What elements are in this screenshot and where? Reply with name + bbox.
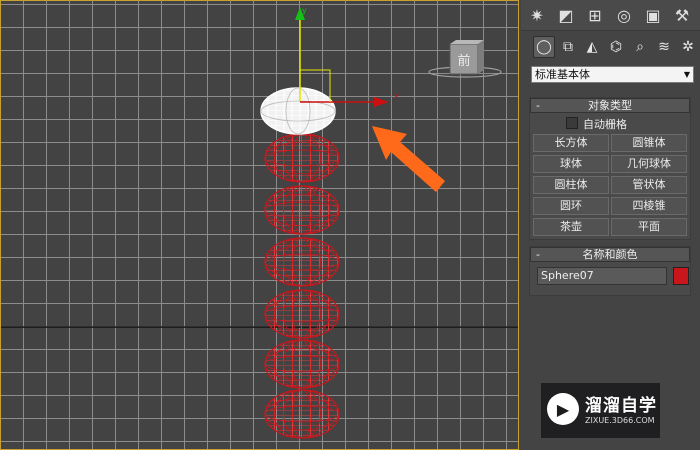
watermark: ▶ 溜溜自学 ZIXUE.3D66.COM [541,383,660,438]
systems-icon[interactable]: ✲ [677,36,699,58]
collapse-icon: - [536,248,540,261]
wire-sphere[interactable] [264,133,340,183]
create-icon[interactable]: ✷ [525,3,549,27]
wire-sphere[interactable] [264,289,340,339]
modify-icon[interactable]: ◩ [554,3,578,27]
watermark-url: ZIXUE.3D66.COM [585,416,655,425]
svg-text:y: y [302,6,307,15]
helpers-icon[interactable]: ⌕ [629,36,651,58]
geometry-icon[interactable]: ◯ [533,36,555,58]
wire-sphere[interactable] [264,185,340,235]
utilities-icon[interactable]: ⚒ [670,3,694,27]
object-name-field[interactable]: Sphere07 [537,267,667,285]
cameras-icon[interactable]: ⌬ [605,36,627,58]
spacewarps-icon[interactable]: ≋ [653,36,675,58]
pyramid-button[interactable]: 四棱锥 [611,197,687,215]
create-subcategory-row: ◯ ⧉ ◭ ⌬ ⌕ ≋ ✲ [521,34,700,60]
display-icon[interactable]: ▣ [641,3,665,27]
category-value: 标准基本体 [535,68,590,81]
wire-sphere[interactable] [264,237,340,287]
autogrid-label: 自动栅格 [583,118,627,131]
name-color-header[interactable]: - 名称和颜色 [530,247,690,262]
box-button[interactable]: 长方体 [533,134,609,152]
object-type-title: 对象类型 [588,99,632,112]
sphere-stack[interactable] [264,133,340,439]
object-type-header[interactable]: - 对象类型 [530,98,690,113]
watermark-title: 溜溜自学 [585,396,657,416]
teapot-button[interactable]: 茶壶 [533,218,609,236]
play-logo-icon: ▶ [547,393,579,425]
svg-text:x: x [394,91,399,100]
torus-button[interactable]: 圆环 [533,197,609,215]
perspective-viewport[interactable]: x y 前 [0,0,519,450]
wire-sphere[interactable] [264,389,340,439]
view-cube-label: 前 [457,53,470,69]
object-type-rollout: - 对象类型 自动栅格 长方体 圆锥体 球体 几何球体 圆柱体 管状体 圆环 四… [529,97,691,240]
wire-sphere[interactable] [264,339,340,389]
tube-button[interactable]: 管状体 [611,176,687,194]
view-cube[interactable]: 前 [428,40,502,78]
shapes-icon[interactable]: ⧉ [557,36,579,58]
hierarchy-icon[interactable]: ⊞ [583,3,607,27]
name-color-rollout: - 名称和颜色 Sphere07 [529,246,691,296]
cone-button[interactable]: 圆锥体 [611,134,687,152]
selected-sphere[interactable] [260,87,336,135]
autogrid-checkbox[interactable]: 自动栅格 [566,117,627,132]
plane-button[interactable]: 平面 [611,218,687,236]
collapse-icon: - [536,99,540,112]
category-dropdown[interactable]: 标准基本体 ▼ [531,66,694,83]
x-axis-arrow [374,97,389,107]
motion-icon[interactable]: ◎ [612,3,636,27]
command-panel-tabs: ✷ ◩ ⊞ ◎ ▣ ⚒ [521,0,700,31]
lights-icon[interactable]: ◭ [581,36,603,58]
sphere-button[interactable]: 球体 [533,155,609,173]
viewport-scene: x y 前 [0,6,519,439]
dropdown-arrow-icon: ▼ [683,70,690,79]
cylinder-button[interactable]: 圆柱体 [533,176,609,194]
object-color-swatch[interactable] [673,267,689,285]
geosphere-button[interactable]: 几何球体 [611,155,687,173]
checkbox-box[interactable] [566,117,578,129]
name-color-title: 名称和颜色 [582,248,638,261]
highlight-arrow [372,126,445,192]
